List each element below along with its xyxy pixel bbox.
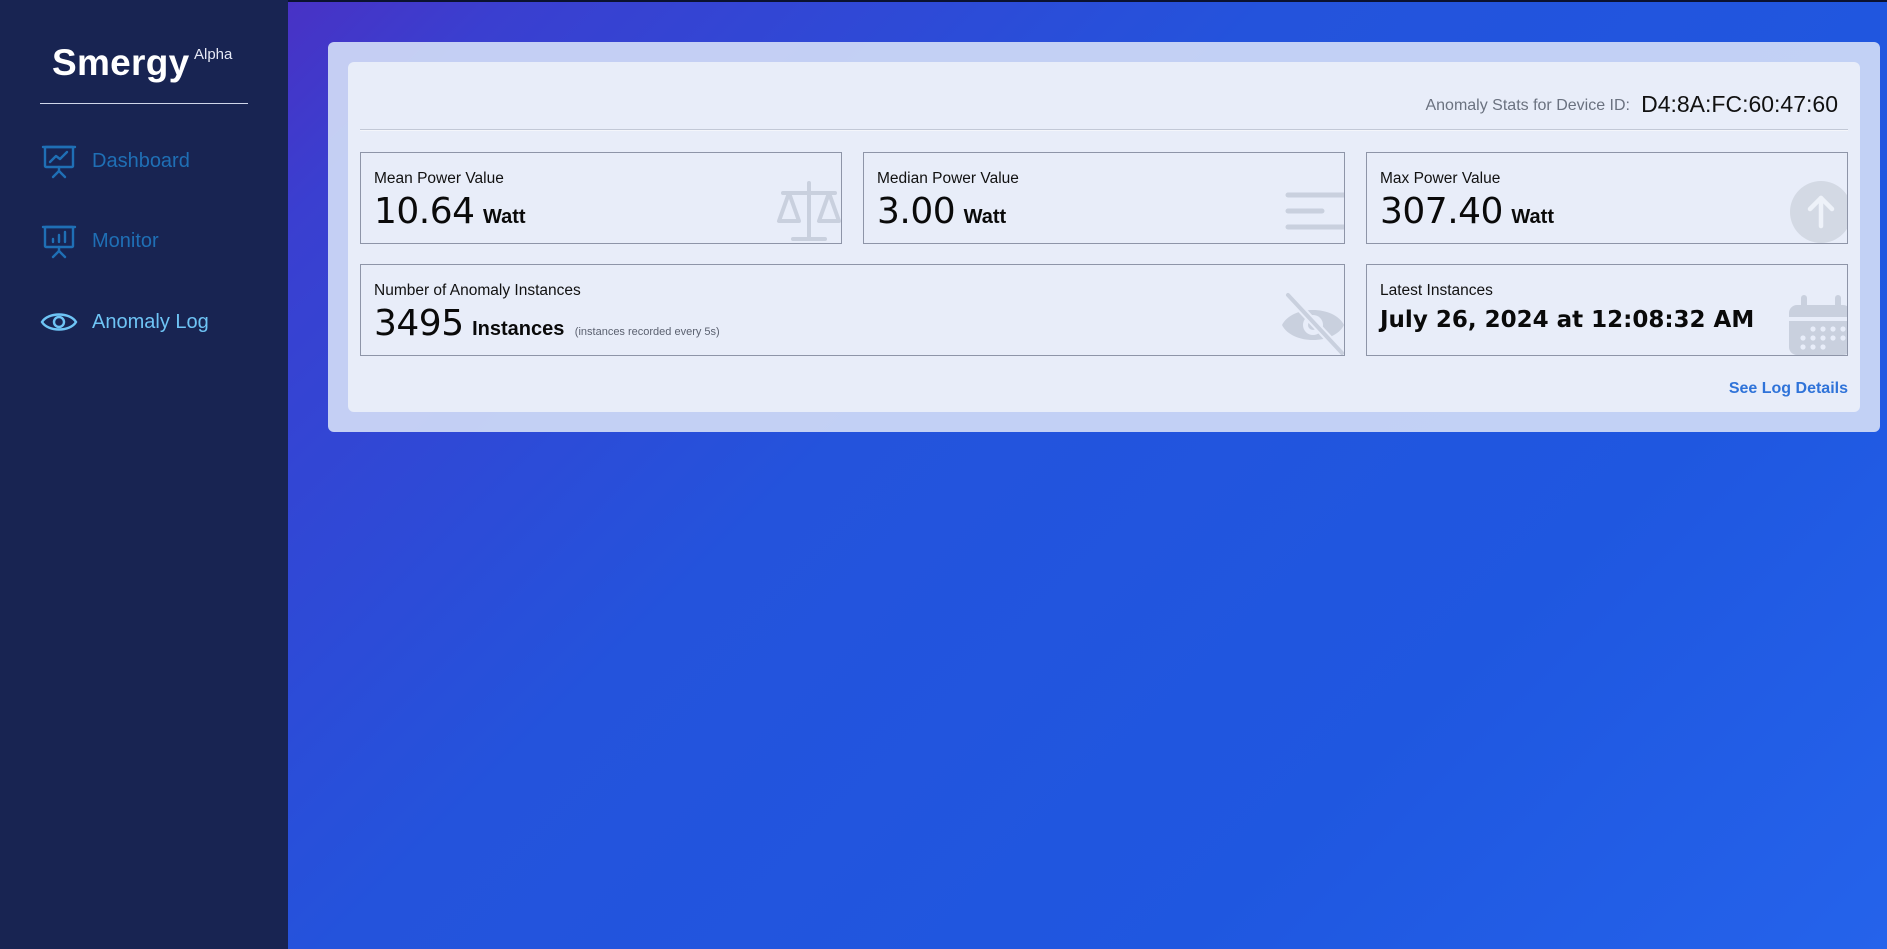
brand-tag: Alpha xyxy=(194,46,233,63)
arrow-up-circle-icon xyxy=(1790,181,1847,243)
max-power-title: Max Power Value xyxy=(1380,170,1501,187)
median-power-card: Median Power Value 3.00 Watt xyxy=(863,152,1345,244)
anomaly-count-value-row: 3495 Instances (instances recorded every… xyxy=(374,303,720,344)
device-id-value: D4:8A:FC:60:47:60 xyxy=(1641,91,1838,117)
bar-presentation-icon xyxy=(40,222,78,260)
max-power-unit: Watt xyxy=(1511,206,1554,228)
median-power-value: 3.00 xyxy=(877,191,956,232)
anomaly-stats-panel: Anomaly Stats for Device ID: D4:8A:FC:60… xyxy=(328,42,1880,432)
brand-name: Smergy xyxy=(52,42,190,83)
latest-instance-value-row: July 26, 2024 at 12:08:32 AM xyxy=(1380,307,1754,333)
anomaly-count-unit: Instances xyxy=(472,318,565,340)
mean-power-card: Mean Power Value 10.64 Watt xyxy=(360,152,842,244)
anomaly-count-card: Number of Anomaly Instances 3495 Instanc… xyxy=(360,264,1345,356)
median-power-unit: Watt xyxy=(963,206,1007,228)
anomaly-count-value: 3495 xyxy=(374,303,464,344)
latest-instance-value: July 26, 2024 at 12:08:32 AM xyxy=(1380,307,1755,333)
max-power-value: 307.40 xyxy=(1380,191,1503,232)
max-power-card: Max Power Value 307.40 Watt xyxy=(1366,152,1848,244)
anomaly-stats-card: Anomaly Stats for Device ID: D4:8A:FC:60… xyxy=(348,62,1860,412)
anomaly-count-note: (instances recorded every 5s) xyxy=(574,326,720,338)
eye-icon xyxy=(40,303,78,341)
mean-power-unit: Watt xyxy=(483,206,526,228)
mean-power-value: 10.64 xyxy=(374,191,475,232)
median-power-value-row: 3.00 Watt xyxy=(877,191,1006,232)
max-power-value-row: 307.40 Watt xyxy=(1380,191,1554,232)
nav-label-monitor: Monitor xyxy=(92,229,159,252)
eye-slash-icon xyxy=(1282,292,1344,355)
nav-item-monitor[interactable]: Monitor xyxy=(40,219,270,263)
calendar-icon xyxy=(1789,295,1847,355)
nav-item-anomaly-log[interactable]: Anomaly Log xyxy=(40,300,270,344)
mean-power-title: Mean Power Value xyxy=(374,170,504,187)
median-power-title: Median Power Value xyxy=(877,170,1019,187)
latest-instance-card: Latest Instances July 26, 2024 at 12:08:… xyxy=(1366,264,1848,356)
nav-label-dashboard: Dashboard xyxy=(92,149,190,172)
panel-header: Anomaly Stats for Device ID: D4:8A:FC:60… xyxy=(360,62,1848,130)
align-lines-icon xyxy=(1285,192,1344,230)
anomaly-count-title: Number of Anomaly Instances xyxy=(374,282,581,299)
latest-instance-title: Latest Instances xyxy=(1380,282,1493,299)
scale-icon xyxy=(777,181,841,241)
chart-presentation-icon xyxy=(40,142,78,180)
see-log-details-link[interactable]: See Log Details xyxy=(1729,380,1848,398)
mean-power-value-row: 10.64 Watt xyxy=(374,191,526,232)
brand: Smergy Alpha xyxy=(40,40,248,104)
nav-item-dashboard[interactable]: Dashboard xyxy=(40,139,270,183)
sidebar: Smergy Alpha Dashboard Monitor Anomaly L… xyxy=(0,0,288,949)
device-id-label: Anomaly Stats for Device ID: xyxy=(1425,97,1630,114)
nav-label-anomaly-log: Anomaly Log xyxy=(92,310,209,333)
